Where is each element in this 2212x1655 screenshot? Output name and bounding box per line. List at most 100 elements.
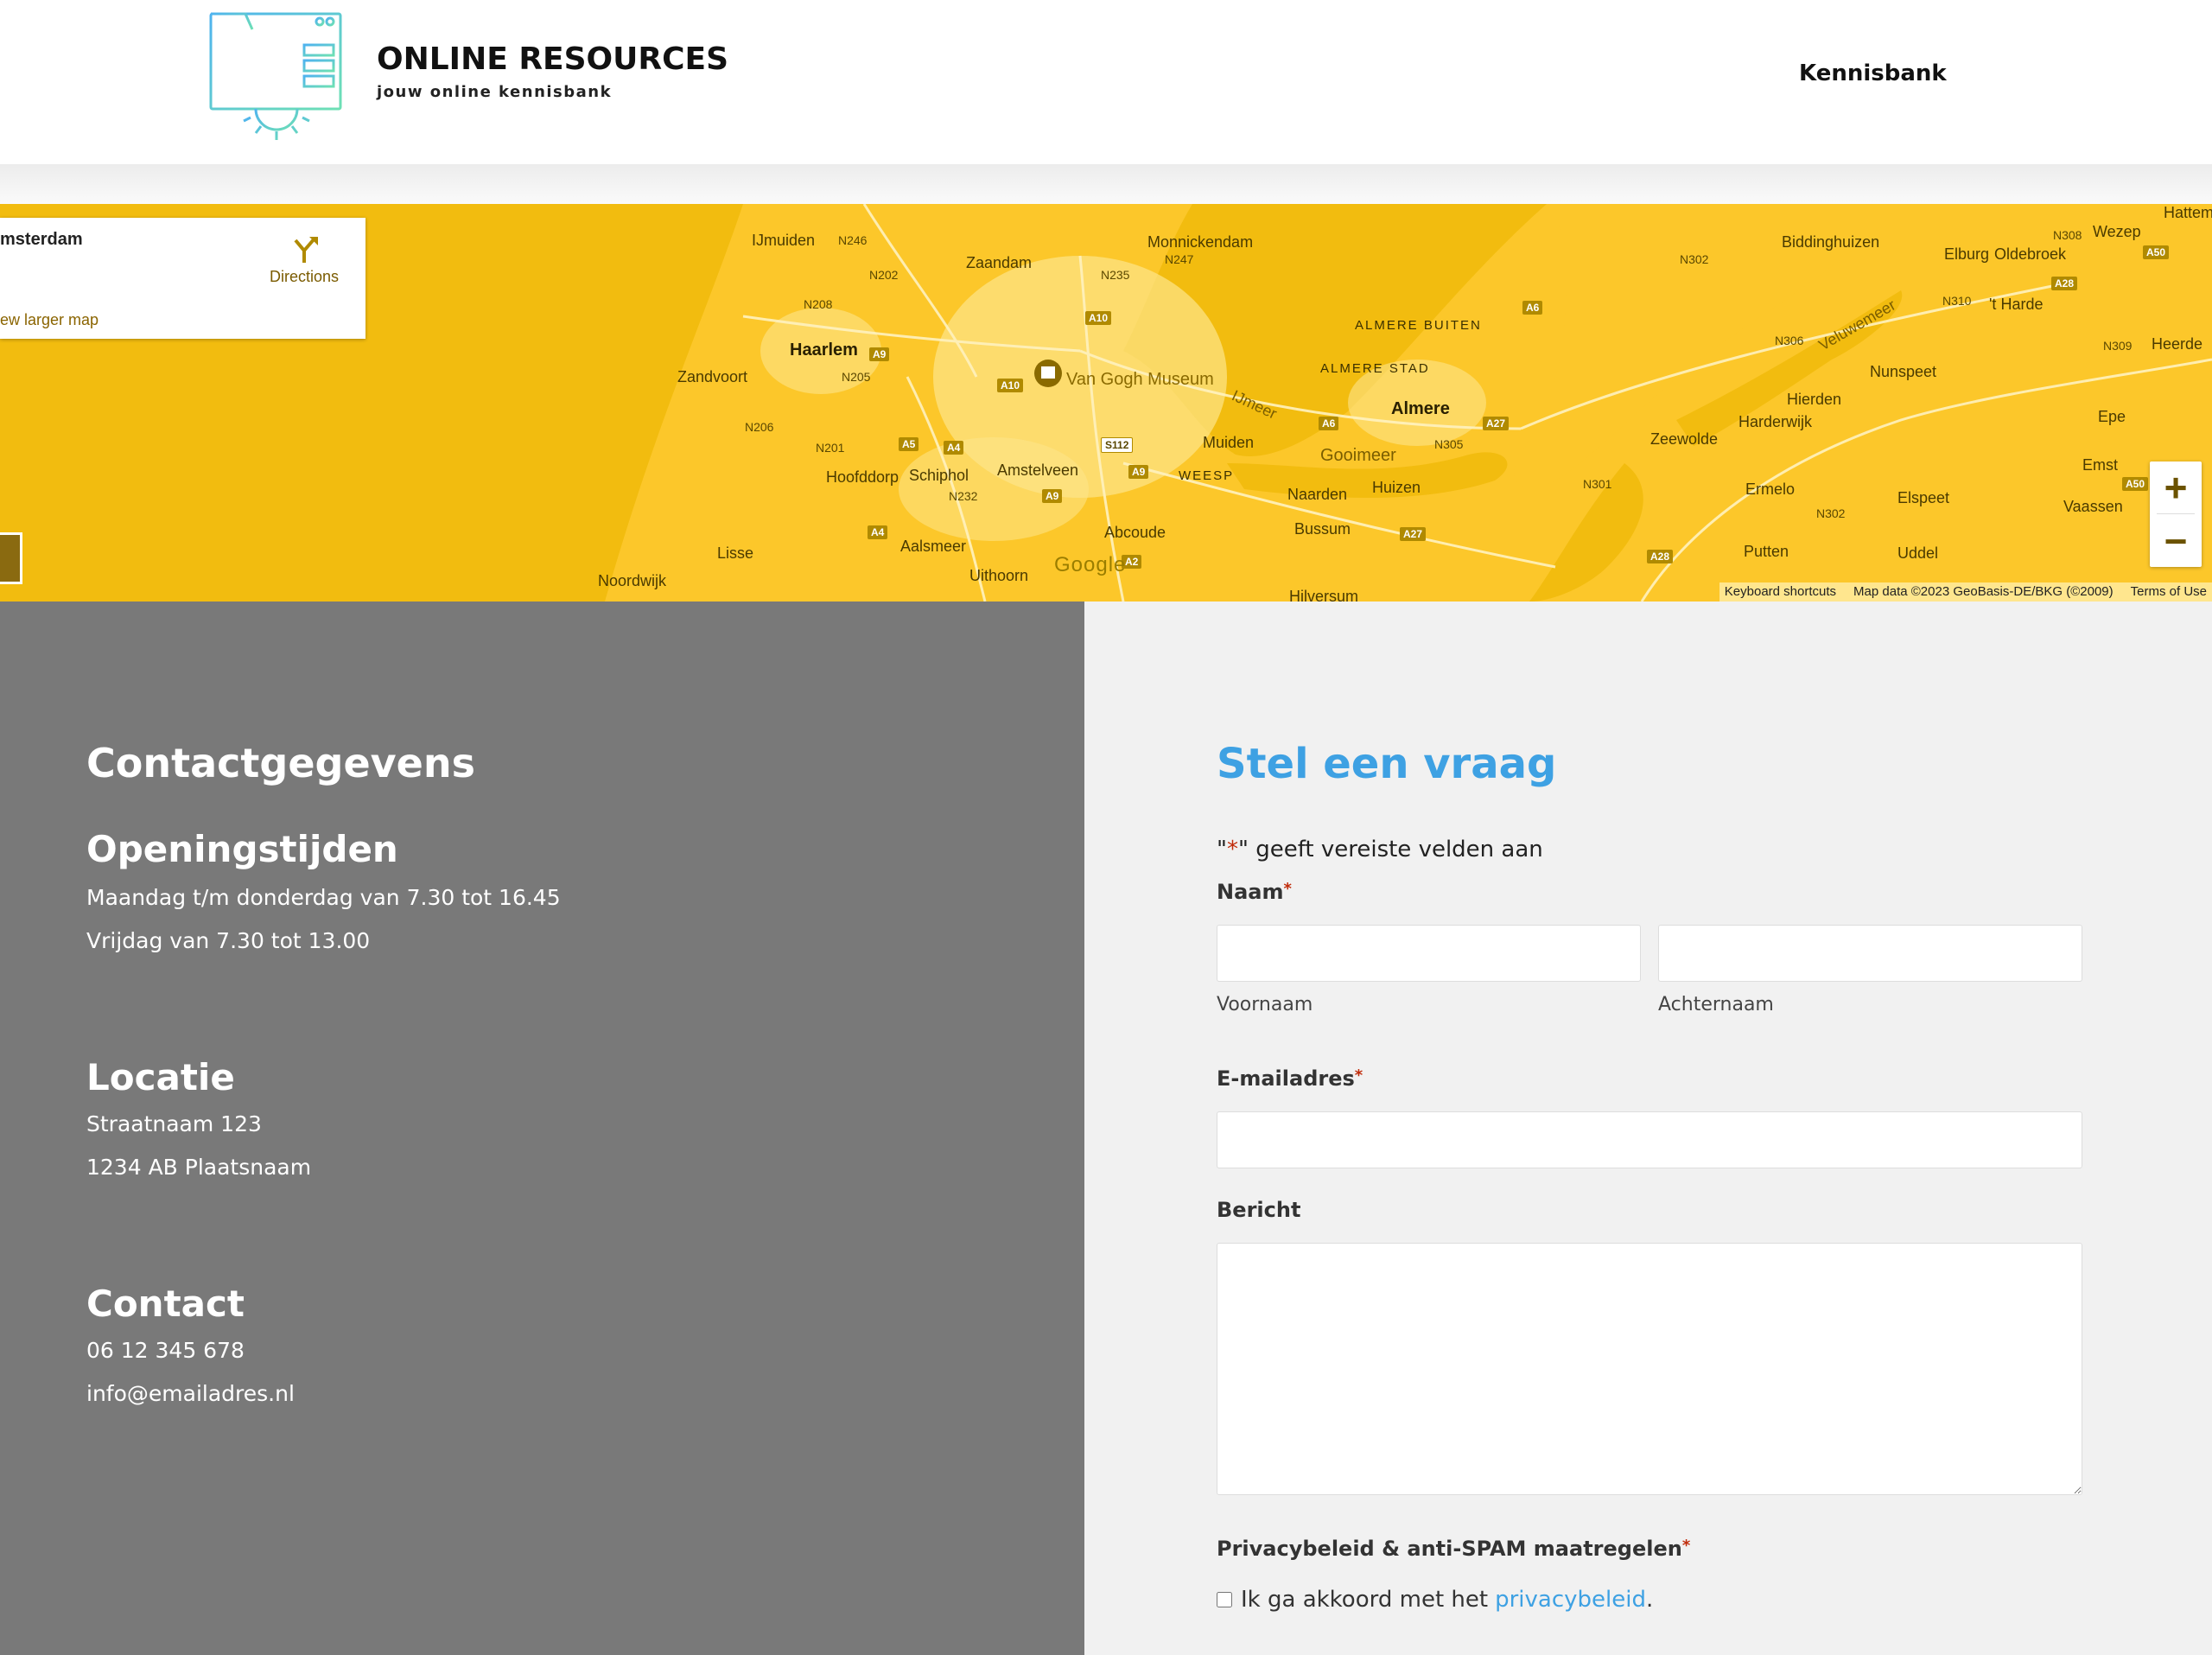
nav-link-kennisbank[interactable]: Kennisbank [1799,60,1947,86]
map-place: Huizen [1372,479,1421,496]
road-label: A6 [1522,301,1543,315]
map-card-title: msterdam [0,230,83,249]
map-place-museum[interactable]: Van Gogh Museum [1066,370,1214,390]
map-place: Harderwijk [1738,413,1813,430]
opening-hours-line: Vrijdag van 7.30 tot 13.00 [86,928,371,953]
map-place: Zaandam [966,254,1033,271]
map-place: Haarlem [790,341,858,360]
map-place: Elspeet [1897,489,1950,506]
location-heading: Locatie [86,1056,235,1098]
map-place: IJmuiden [752,232,816,249]
map-place: Zeewolde [1650,430,1719,448]
map-place: ALMERE BUITEN [1355,318,1482,333]
road-label: A4 [868,525,888,539]
map-place: Putten [1744,543,1789,560]
logo-subtitle: jouw online kennisbank [377,83,613,101]
map-place: Biddinghuizen [1782,233,1880,251]
map-place: Gooimeer [1320,446,1396,465]
map-place: Oldebroek [1994,245,2067,263]
opening-hours-heading: Openingstijden [86,828,398,870]
map-place: Hoofddorp [826,468,899,486]
map-footer: Keyboard shortcuts Map data ©2023 GeoBas… [1719,582,2212,602]
road-label: A10 [997,379,1024,392]
address-line: 1234 AB Plaatsnaam [86,1155,312,1180]
view-larger-map-link[interactable]: ew larger map [0,311,99,329]
map-place: WEESP [1179,468,1235,483]
road-label: A28 [2051,277,2078,290]
site-header: ONLINE RESOURCES jouw online kennisbank … [0,0,2212,164]
name-label: Naam* [1217,880,1292,904]
keyboard-shortcuts-link[interactable]: Keyboard shortcuts [1725,584,1836,600]
directions-icon[interactable] [290,235,320,264]
consent-text: Ik ga akkoord met het [1241,1587,1489,1613]
map-place: Epe [2098,408,2126,425]
consent-period: . [1645,1587,1654,1613]
address-line: Straatnaam 123 [86,1111,262,1136]
map-place: Uddel [1897,544,1939,562]
phone-number[interactable]: 06 12 345 678 [86,1338,245,1363]
privacy-policy-link[interactable]: privacybeleid [1495,1587,1646,1613]
contact-form-panel: Stel een vraag "*" geeft vereiste velden… [1084,602,2212,1655]
road-label: N201 [816,441,845,455]
road-label: A5 [899,437,919,451]
embedded-map[interactable]: IJmuiden Zaandam Monnickendam Biddinghui… [0,204,2212,602]
map-place: Bussum [1294,520,1351,538]
directions-link[interactable]: Directions [270,268,339,286]
required-note-quote: " [1217,837,1227,863]
required-note-star: * [1226,837,1238,863]
privacy-consent: Ik ga akkoord met het privacybeleid. [1217,1587,1653,1613]
map-place: Muiden [1203,434,1255,451]
road-label: N232 [949,489,978,503]
email-field[interactable] [1217,1111,2082,1168]
first-name-field[interactable] [1217,925,1641,982]
terms-of-use-link[interactable]: Terms of Use [2131,584,2207,600]
required-mark: * [1354,1066,1363,1085]
email-label: E-mailadres* [1217,1066,1363,1091]
privacy-label: Privacybeleid & anti-SPAM maatregelen* [1217,1537,1690,1561]
map-data-attribution: Map data ©2023 GeoBasis-DE/BKG (©2009) [1853,584,2113,599]
road-label: A9 [1128,465,1149,479]
road-label: N309 [2103,339,2133,353]
road-label: A28 [1647,550,1674,563]
site-logo[interactable]: ONLINE RESOURCES jouw online kennisbank [207,10,728,149]
zoom-in-button[interactable]: + [2150,461,2202,513]
road-label: A50 [2143,245,2170,259]
required-fields-note: "*" geeft vereiste velden aan [1217,837,1543,863]
map-place: Aalsmeer [900,538,967,555]
contact-details-panel: Contactgegevens Openingstijden Maandag t… [0,602,1084,1655]
road-label: N235 [1101,268,1130,282]
map-place: Elburg [1944,245,1990,263]
road-label: N246 [838,233,868,247]
map-place: Hattem [2164,204,2212,221]
map-place: Heerde [2152,335,2203,353]
road-label: N205 [842,370,871,384]
map-place: Hierden [1787,391,1842,408]
email-address[interactable]: info@emailadres.nl [86,1381,295,1406]
road-label: A10 [1085,311,1112,325]
logo-title: ONLINE RESOURCES [377,41,729,77]
road-label: N301 [1583,477,1612,491]
road-label: N308 [2053,228,2082,242]
last-name-sublabel: Achternaam [1658,994,1774,1015]
contact-subheading: Contact [86,1283,245,1325]
logo-icon [209,12,342,140]
zoom-out-button[interactable]: − [2150,515,2202,567]
last-name-field[interactable] [1658,925,2082,982]
zoom-control: + − [2150,461,2202,567]
map-place: Uithoorn [969,567,1029,584]
map-place-card: msterdam Directions ew larger map [0,218,365,339]
map-place: Vaassen [2063,498,2123,515]
map-type-toggle[interactable] [0,532,22,584]
road-label: A27 [1483,417,1510,430]
map-place: Emst [2082,456,2119,474]
name-label-text: Naam [1217,880,1284,904]
privacy-consent-checkbox[interactable] [1217,1592,1232,1607]
message-textarea[interactable] [1217,1243,2082,1495]
road-label: N302 [1680,252,1709,266]
map-place: Lisse [717,544,754,562]
road-label: A4 [944,441,964,455]
first-name-sublabel: Voornaam [1217,994,1313,1015]
road-label: N247 [1165,252,1194,266]
map-place: Naarden [1287,486,1348,503]
map-place: Noordwijk [598,572,667,589]
